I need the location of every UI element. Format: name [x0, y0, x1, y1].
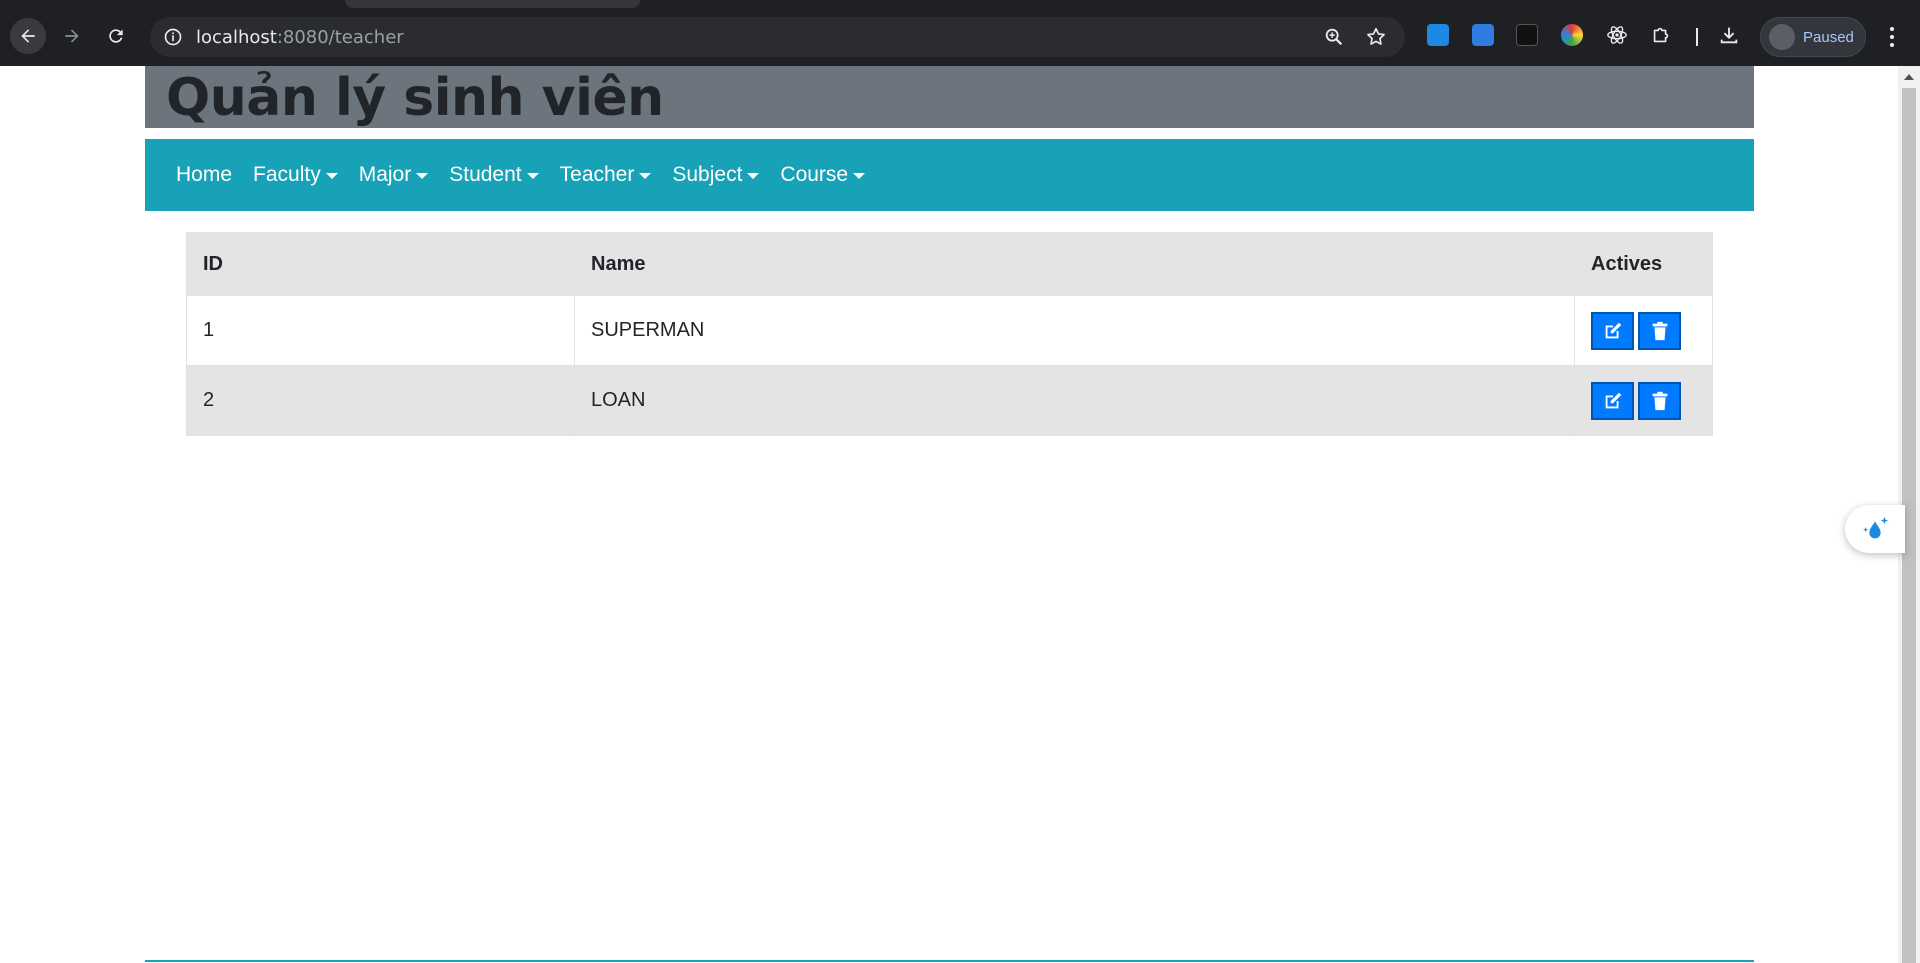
page-header: Quản lý sinh viên: [145, 66, 1754, 128]
nav-course-label: Course: [780, 163, 849, 186]
avatar: [1769, 24, 1795, 50]
cell-id: 2: [186, 365, 575, 436]
nav-subject-dropdown[interactable]: Subject: [672, 163, 760, 187]
browser-menu-icon[interactable]: [1880, 22, 1904, 52]
sparkle-drop-icon: [1863, 516, 1889, 539]
table-row: 1 SUPERMAN: [186, 295, 1713, 366]
site-info-icon[interactable]: [162, 26, 184, 48]
nav-faculty-dropdown[interactable]: Faculty: [253, 163, 338, 187]
color-picker-icon[interactable]: [1561, 24, 1583, 46]
footer-divider: [145, 960, 1754, 962]
bolt-icon[interactable]: [1516, 24, 1538, 46]
table-row: 2 LOAN: [186, 365, 1713, 436]
url-path: :8080/teacher: [276, 26, 404, 48]
page-title: Quản lý sinh viên: [166, 68, 664, 128]
floating-extension-button[interactable]: [1845, 505, 1905, 553]
download-icon[interactable]: [1718, 24, 1740, 46]
url-host: localhost: [196, 26, 277, 48]
caret-down-icon: [416, 173, 429, 179]
header-name: Name: [574, 232, 1575, 296]
caret-down-icon: [639, 173, 652, 179]
nav-student-label: Student: [449, 163, 522, 186]
browser-chrome: localhost:8080/teacher Paused: [0, 0, 1920, 66]
edit-icon: [1605, 392, 1621, 408]
nav-course-dropdown[interactable]: Course: [780, 163, 866, 187]
trash-icon: [1652, 391, 1667, 410]
nav-teacher-label: Teacher: [559, 163, 635, 186]
profile-status: Paused: [1803, 28, 1854, 46]
profile-button[interactable]: Paused: [1760, 17, 1866, 57]
forward-button[interactable]: [54, 18, 90, 54]
edit-button[interactable]: [1591, 311, 1634, 350]
nav-home-label: Home: [176, 163, 233, 186]
zoom-icon[interactable]: [1323, 26, 1345, 48]
edit-icon: [1605, 322, 1621, 338]
cell-name: LOAN: [574, 365, 1575, 436]
tab-strip: [0, 0, 1920, 8]
teacher-table: ID Name Actives 1 SUPERMAN 2 LOAN: [186, 232, 1713, 436]
nav-major-dropdown[interactable]: Major: [359, 163, 429, 187]
arrow-right-icon: [65, 29, 79, 43]
header-actions: Actives: [1574, 232, 1713, 296]
address-bar[interactable]: localhost:8080/teacher: [150, 17, 1405, 57]
teacher-table-container: ID Name Actives 1 SUPERMAN 2 LOAN: [186, 232, 1713, 436]
nav-student-dropdown[interactable]: Student: [449, 163, 539, 187]
bookmark-star-icon[interactable]: [1365, 26, 1387, 48]
cell-id: 1: [186, 295, 575, 366]
caret-down-icon: [526, 173, 539, 179]
caret-down-icon: [747, 173, 760, 179]
trash-icon: [1652, 321, 1667, 340]
nav-major-label: Major: [358, 163, 412, 186]
header-id: ID: [186, 232, 575, 296]
react-icon[interactable]: [1606, 24, 1628, 46]
active-tab[interactable]: [345, 0, 640, 8]
arrow-left-icon: [21, 29, 35, 43]
delete-button[interactable]: [1638, 381, 1681, 420]
nav-home[interactable]: Home: [176, 163, 232, 187]
table-header-row: ID Name Actives: [186, 232, 1713, 296]
nav-faculty-label: Faculty: [253, 163, 321, 186]
delete-button[interactable]: [1638, 311, 1681, 350]
toolbar-separator: [1696, 28, 1698, 46]
cell-actions: [1574, 295, 1713, 366]
reload-button[interactable]: [98, 18, 134, 54]
reload-icon: [109, 29, 123, 43]
url-text[interactable]: localhost:8080/teacher: [196, 27, 404, 48]
scroll-up-icon[interactable]: [1904, 74, 1914, 80]
caret-down-icon: [325, 173, 338, 179]
nav-subject-label: Subject: [672, 163, 743, 186]
cell-name: SUPERMAN: [574, 295, 1575, 366]
puzzle-icon[interactable]: [1650, 24, 1672, 46]
water-drop-icon[interactable]: [1427, 24, 1449, 46]
caret-down-icon: [853, 173, 866, 179]
nav-teacher-dropdown[interactable]: Teacher: [560, 163, 652, 187]
docs-icon[interactable]: [1472, 24, 1494, 46]
cell-actions: [1574, 365, 1713, 436]
edit-button[interactable]: [1591, 381, 1634, 420]
main-navbar: Home Faculty Major Student Teacher Subje…: [145, 139, 1754, 211]
back-button[interactable]: [10, 18, 46, 54]
